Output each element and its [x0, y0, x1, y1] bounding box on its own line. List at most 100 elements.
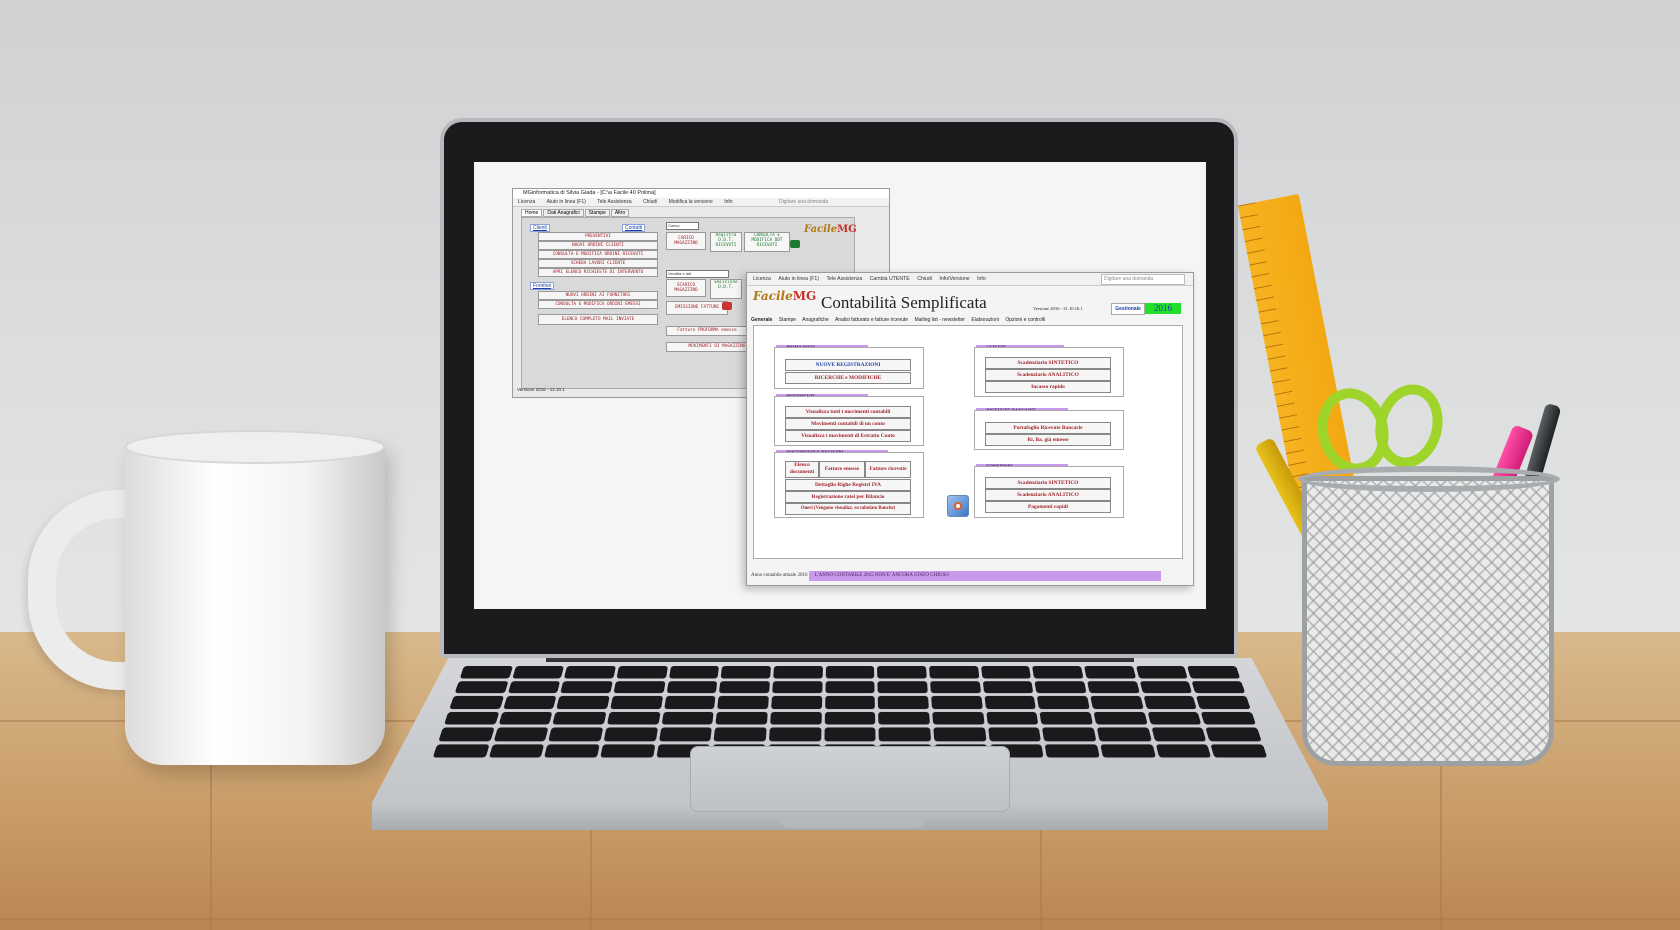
laptop-keyboard [432, 666, 1268, 758]
visualizza-movimenti-button[interactable]: Visualizza tutti i movimenti contabili [785, 406, 911, 418]
pagamenti-rapidi-button[interactable]: Pagamenti rapidi [985, 501, 1111, 513]
emissione-ddt-button[interactable]: Emissione D.D.T. [710, 279, 742, 299]
consulta-ddt-button[interactable]: CONSULTA E MODIFICA DDT RICEVUTI [744, 232, 790, 252]
version-label: Versione 2016 - 12.10.1 [517, 387, 565, 392]
nuovi-ordini-fornitori-button[interactable]: NUOVI ORDINI AI FORNITORI [538, 291, 658, 300]
trackpad [690, 746, 1010, 812]
menu-item-chiudi[interactable]: Chiudi [917, 276, 932, 282]
richieste-intervento-button[interactable]: APRI ELENCO RICHIESTE DI INTERVENTO [538, 268, 658, 277]
oneri-button[interactable]: Oneri (Vengono visualizz. su tabulato Ba… [785, 503, 911, 515]
incasso-rapido-button[interactable]: Incasso rapido [985, 381, 1111, 393]
ask-field[interactable]: Digitare una domanda [1101, 274, 1185, 285]
menu-bar: Licenza Aiuto in linea (F1) Tele Assiste… [747, 273, 1193, 286]
white-mug [125, 440, 385, 765]
menu-item-licenza[interactable]: Licenza [518, 199, 535, 205]
documenti-group: Elenco documenti Fatture emesse Fatture … [774, 452, 924, 518]
scadenziario-analitico-clienti-button[interactable]: Scadenziario ANALITICO [985, 369, 1111, 381]
carico-magazzino-button[interactable]: CARICO MAGAZZINO [666, 232, 706, 250]
clienti-group: Scadenziario SINTETICO Scadenziario ANAL… [974, 347, 1124, 397]
clienti-link[interactable]: Clienti [530, 224, 550, 232]
tab-analisi-fatturato[interactable]: Analisi fatturato e fatture ricevute [835, 317, 908, 323]
menu-bar: Licenza Aiuto in linea (F1) Tele Assiste… [513, 198, 889, 207]
tab-stampe[interactable]: Stampe [584, 209, 610, 217]
preventivi-button[interactable]: PREVENTIVI [538, 232, 658, 241]
menu-item-info[interactable]: Info [724, 199, 732, 205]
fatture-proforma-button[interactable]: Fatture PROFORMA emesse [666, 326, 748, 336]
fatture-emesse-button[interactable]: Fatture emesse [819, 461, 865, 478]
scadenziario-sintetico-clienti-button[interactable]: Scadenziario SINTETICO [985, 357, 1111, 369]
ricerche-modifiche-button[interactable]: RICERCHE e MODIFICHE [785, 372, 911, 384]
nuovi-ordini-clienti-button[interactable]: NUOVI ORDINI CLIENTI [538, 241, 658, 250]
nuove-registrazioni-button[interactable]: NUOVE REGISTRAZIONI [785, 359, 911, 371]
contabilita-window: Licenza Aiuto in linea (F1) Tele Assiste… [746, 272, 1194, 586]
facilemg-logo: FacileMG [753, 289, 817, 303]
movimenti-conto-button[interactable]: Movimenti contabili di un conto [785, 418, 911, 430]
menu-item-chiudi[interactable]: Chiudi [643, 199, 657, 205]
scarico-magazzino-button[interactable]: SCARICO MAGAZZINO [666, 279, 706, 297]
menu-item-teleassistenza[interactable]: Tele Assistenza [597, 199, 631, 205]
tab-opzioni[interactable]: Opzioni e controlli [1005, 317, 1045, 323]
consulta-ordini-ricevuti-button[interactable]: CONSULTA E MODIFICA ORDINI RICEVUTI [538, 250, 658, 259]
cup-rim [1298, 466, 1560, 492]
menu-item-teleassistenza[interactable]: Tele Assistenza [826, 276, 862, 282]
menu-item-info-versione[interactable]: Info/Versione [939, 276, 969, 282]
tab-dati-anagrafici[interactable]: Dati Anagrafici [543, 209, 584, 217]
riba-emesse-button[interactable]: Ri. Ba. già emesse [985, 434, 1111, 446]
menu-item-info[interactable]: Info [977, 276, 986, 282]
fornitori-group: Scadenziario SINTETICO Scadenziario ANAL… [974, 466, 1124, 518]
dettaglio-iva-button[interactable]: Dettaglio Righe Registri IVA [785, 479, 911, 491]
menu-item-cambia-utente[interactable]: Cambia UTENTE [870, 276, 910, 282]
laptop-screen: MGinformatica di Silvia Giada - [C:\a Fa… [474, 162, 1206, 609]
fornitori-link[interactable]: Fornitori [530, 282, 555, 290]
status-bar: Anno contabile attuale 2016 L'ANNO CONTA… [751, 571, 1189, 581]
window-title: MGinformatica di Silvia Giada - [C:\a Fa… [513, 189, 889, 198]
scheda-lavori-button[interactable]: SCHEDA LAVORI CLIENTE [538, 259, 658, 268]
status-message: L'ANNO CONTABILE 2015 NON E' ANCORA STAT… [808, 571, 1161, 581]
contatti-link[interactable]: Contatti [622, 224, 646, 232]
scadenziario-analitico-fornitori-button[interactable]: Scadenziario ANALITICO [985, 489, 1111, 501]
menu-item-modifica[interactable]: Modifica la versione [669, 199, 713, 205]
tab-altro[interactable]: Altro [610, 209, 630, 217]
menu-item-licenza[interactable]: Licenza [753, 276, 771, 282]
tab-home[interactable]: Home [521, 209, 543, 217]
ask-field[interactable]: Digitare una domanda [779, 199, 828, 205]
registra-ddt-button[interactable]: Registra D.D.T. RICEVUTI [710, 232, 742, 252]
portafoglio-riba-button[interactable]: Portafoglio Ricevute Bancarie [985, 422, 1111, 434]
prima-nota-group: NUOVE REGISTRAZIONI RICERCHE e MODIFICHE [774, 347, 924, 389]
tab-strip: Home Dati Anagrafici Stampe Altro [521, 209, 630, 217]
tab-elaborazioni[interactable]: Elaborazioni [971, 317, 999, 323]
emissione-fatture-button[interactable]: EMISSIONE FATTURE [666, 301, 728, 315]
plank-seam [0, 918, 1680, 920]
gestionale-button[interactable]: Gestionale [1111, 303, 1145, 315]
mug-rim [125, 430, 385, 464]
ricevute-group: Portafoglio Ricevute Bancarie Ri. Ba. gi… [974, 410, 1124, 450]
excel-icon[interactable] [790, 240, 800, 248]
fatture-ricevute-button[interactable]: Fatture ricevute [865, 461, 911, 478]
year-badge: 2016 [1145, 303, 1181, 314]
settings-gear-icon[interactable] [947, 495, 969, 517]
carico-input[interactable]: Carico [666, 222, 699, 230]
main-panel: PRIMA NOTA NUOVE REGISTRAZIONI RICERCHE … [753, 325, 1183, 559]
facilemg-logo: FacileMG [804, 224, 857, 235]
ratei-bilancio-button[interactable]: Registrazione ratei per Bilancio [785, 491, 911, 503]
laptop-notch [780, 816, 926, 828]
movimenti-group: Visualizza tutti i movimenti contabili M… [774, 396, 924, 446]
status-year: Anno contabile attuale 2016 [751, 573, 808, 578]
scarico-input[interactable]: Vendita e ddt [666, 270, 729, 278]
mesh-pencil-cup [1302, 476, 1554, 766]
elenco-documenti-button[interactable]: Elenco documenti [785, 461, 819, 478]
tab-generale[interactable]: Generale [751, 317, 772, 323]
estratto-conto-button[interactable]: Visualizza i movimenti di Estratto Conto [785, 430, 911, 442]
scadenziario-sintetico-fornitori-button[interactable]: Scadenziario SINTETICO [985, 477, 1111, 489]
elenco-mail-button[interactable]: ELENCO COMPLETO MAIL INVIATE [538, 314, 658, 325]
menu-item-aiuto[interactable]: Aiuto in linea (F1) [778, 276, 819, 282]
menu-item-aiuto[interactable]: Aiuto in linea (F1) [547, 199, 586, 205]
page-title: Contabilità Semplificata [821, 293, 987, 312]
tab-stampe[interactable]: Stampe [779, 317, 796, 323]
version-label: Versione 2016 - 21.10.16.1 [1033, 306, 1083, 311]
tab-strip: Generale Stampe Anagrafiche Analisi fatt… [751, 317, 1050, 323]
ordini-emessi-button[interactable]: CONSULTA E MODIFICA ORDINI EMESSI [538, 300, 658, 309]
tab-anagrafiche[interactable]: Anagrafiche [802, 317, 829, 323]
invoice-icon [722, 302, 732, 310]
tab-mailing-list[interactable]: Mailing list - newsletter [914, 317, 965, 323]
